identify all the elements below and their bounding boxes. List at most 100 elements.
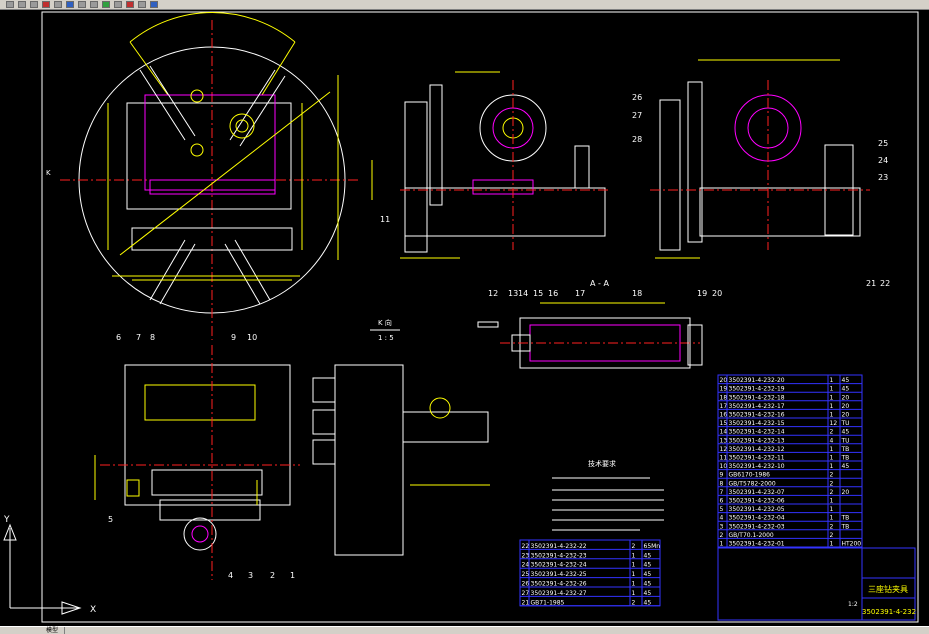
properties-icon[interactable] bbox=[126, 1, 134, 8]
table-cell-mat: 45 bbox=[842, 463, 850, 470]
cut-icon[interactable] bbox=[42, 1, 50, 8]
svg-text:7: 7 bbox=[136, 333, 141, 342]
table-cell-mat: 20 bbox=[842, 403, 850, 410]
table-cell-qty: 1 bbox=[830, 394, 834, 401]
parts-list-right: 20 3502391-4-232-20 1 4519 3502391-4-232-19 1… bbox=[717, 374, 863, 548]
table-cell-no: 9 bbox=[720, 472, 724, 479]
table-cell-mat: 45 bbox=[842, 377, 850, 384]
copy-icon[interactable] bbox=[54, 1, 62, 8]
svg-text:2: 2 bbox=[270, 571, 275, 580]
table-cell-code: 3502391-4-232-05 bbox=[729, 506, 785, 513]
save-icon[interactable] bbox=[30, 1, 38, 8]
table-cell-code: GB/T70.1-2000 bbox=[729, 532, 774, 539]
svg-text:26: 26 bbox=[632, 93, 642, 102]
table-cell-qty: 2 bbox=[830, 532, 834, 539]
drawing-number: 3502391-4-232 bbox=[862, 608, 916, 616]
table-cell-code: 3502391-4-232-11 bbox=[729, 455, 785, 462]
table-cell-no: 24 bbox=[522, 562, 530, 569]
table-cell-no: 12 bbox=[720, 446, 728, 453]
parts-list-left: 22 3502391-4-232-22 2 65Mn23 3502391-4-232-2… bbox=[519, 539, 661, 607]
table-cell-no: 23 bbox=[522, 552, 530, 559]
k-detail-view: K 向 1 : 5 bbox=[312, 318, 490, 556]
table-cell-mat: 20 bbox=[842, 394, 850, 401]
k-detail-label: K 向 bbox=[378, 318, 392, 327]
table-cell-no: 18 bbox=[720, 394, 728, 401]
table-cell-qty: 1 bbox=[632, 590, 636, 597]
bottom-left-view bbox=[94, 345, 300, 580]
view-k-label: K bbox=[46, 169, 51, 177]
svg-text:6: 6 bbox=[116, 333, 121, 342]
table-cell-code: 3502391-4-232-10 bbox=[729, 463, 785, 470]
svg-text:3: 3 bbox=[248, 571, 253, 580]
section-view-middle bbox=[371, 71, 610, 259]
table-cell-qty: 1 bbox=[632, 581, 636, 588]
drawing-title: 三座钻夹具 bbox=[868, 584, 908, 594]
table-cell-mat: 45 bbox=[644, 552, 652, 559]
table-cell-code: 3502391-4-232-06 bbox=[729, 498, 785, 505]
table-cell-mat: 45 bbox=[842, 386, 850, 393]
table-cell-code: 3502391-4-232-23 bbox=[531, 552, 587, 559]
table-cell-qty: 1 bbox=[830, 463, 834, 470]
table-cell-qty: 1 bbox=[830, 455, 834, 462]
table-cell-code: GB/T5782-2000 bbox=[729, 480, 776, 487]
table-cell-mat: 65Mn bbox=[644, 543, 661, 550]
table-cell-no: 17 bbox=[720, 403, 728, 410]
table-cell-code: 3502391-4-232-12 bbox=[729, 446, 785, 453]
open-file-icon[interactable] bbox=[18, 1, 26, 8]
svg-text:4: 4 bbox=[228, 571, 233, 580]
table-cell-mat: 45 bbox=[644, 599, 652, 606]
table-cell-code: 3502391-4-232-07 bbox=[729, 489, 785, 496]
undo-icon[interactable] bbox=[78, 1, 86, 8]
table-cell-code: 3502391-4-232-25 bbox=[531, 571, 587, 578]
paste-icon[interactable] bbox=[66, 1, 74, 8]
table-cell-qty: 1 bbox=[830, 412, 834, 419]
table-cell-code: 3502391-4-232-18 bbox=[729, 394, 785, 401]
drawing-canvas[interactable]: K A - A K 向 1: 5 技术要求 6 7 8 9 10 5 4 3 … bbox=[0, 10, 929, 626]
zoom-icon[interactable] bbox=[114, 1, 122, 8]
svg-text:23: 23 bbox=[878, 173, 888, 182]
table-cell-qty: 2 bbox=[830, 480, 834, 487]
svg-text:10: 10 bbox=[247, 333, 257, 342]
table-cell-mat: TB bbox=[841, 515, 850, 522]
table-cell-qty: 2 bbox=[632, 599, 636, 606]
table-cell-qty: 2 bbox=[830, 523, 834, 530]
balloons-left: 6 7 8 9 10 5 4 3 2 1 bbox=[108, 333, 295, 580]
table-cell-no: 2 bbox=[720, 532, 724, 539]
table-cell-qty: 2 bbox=[632, 543, 636, 550]
table-cell-no: 16 bbox=[720, 412, 728, 419]
table-cell-no: 8 bbox=[720, 480, 724, 487]
svg-text:11: 11 bbox=[380, 215, 390, 224]
svg-text:20: 20 bbox=[712, 289, 722, 298]
side-view-right bbox=[650, 59, 870, 259]
table-cell-no: 20 bbox=[720, 377, 728, 384]
table-cell-code: 3502391-4-232-16 bbox=[729, 412, 785, 419]
svg-text:25: 25 bbox=[878, 139, 888, 148]
table-cell-code: 3502391-4-232-04 bbox=[729, 515, 785, 522]
cad-drawing: K A - A K 向 1: 5 技术要求 6 7 8 9 10 5 4 3 … bbox=[3, 11, 919, 623]
table-cell-qty: 1 bbox=[830, 386, 834, 393]
new-file-icon[interactable] bbox=[6, 1, 14, 8]
table-cell-no: 27 bbox=[522, 590, 530, 597]
table-cell-qty: 12 bbox=[830, 420, 838, 427]
table-cell-mat: 45 bbox=[644, 581, 652, 588]
pan-icon[interactable] bbox=[102, 1, 110, 8]
table-cell-qty: 2 bbox=[830, 472, 834, 479]
table-cell-code: 3502391-4-232-17 bbox=[729, 403, 785, 410]
table-cell-no: 22 bbox=[522, 543, 530, 550]
table-cell-mat: 45 bbox=[644, 562, 652, 569]
ucs-y-label: Y bbox=[3, 515, 10, 525]
table-cell-qty: 1 bbox=[632, 571, 636, 578]
table-cell-no: 13 bbox=[720, 437, 728, 444]
redo-icon[interactable] bbox=[90, 1, 98, 8]
layer-icon[interactable] bbox=[138, 1, 146, 8]
table-cell-code: 3502391-4-232-22 bbox=[531, 543, 587, 550]
match-icon[interactable] bbox=[150, 1, 158, 8]
table-cell-mat: 20 bbox=[842, 412, 850, 419]
main-view-top-left: K bbox=[46, 12, 360, 340]
table-cell-mat: TB bbox=[841, 523, 850, 530]
table-cell-code: 3502391-4-232-14 bbox=[729, 429, 785, 436]
table-cell-mat: 20 bbox=[842, 489, 850, 496]
svg-text:15: 15 bbox=[533, 289, 543, 298]
table-cell-code: GB71-1985 bbox=[531, 599, 565, 606]
table-cell-no: 19 bbox=[720, 386, 728, 393]
